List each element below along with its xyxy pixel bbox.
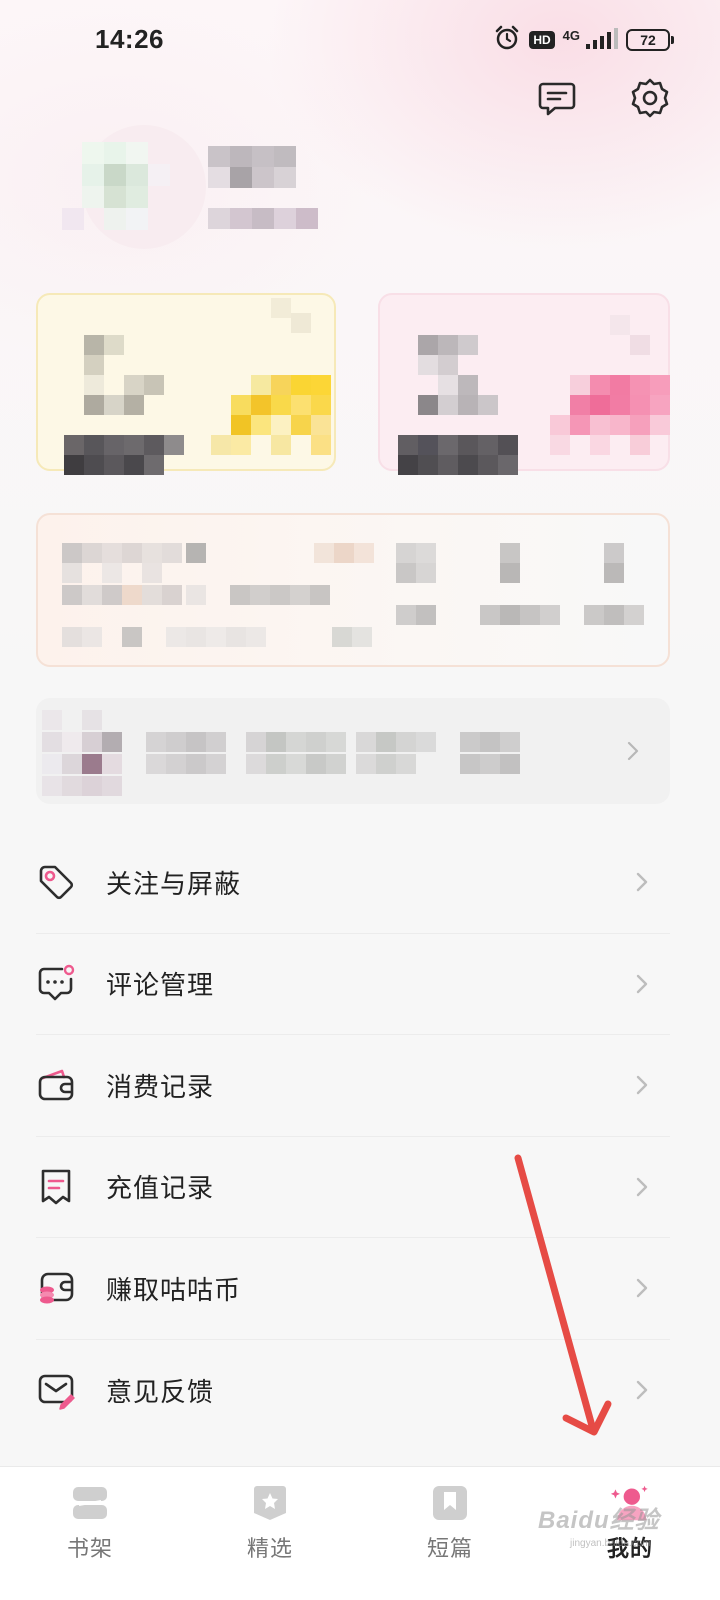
promo-banner-blurred[interactable] (36, 698, 670, 804)
menu-item-label: 赚取咕咕币 (106, 1274, 242, 1305)
battery-indicator: 72 (626, 29, 674, 51)
chevron-right-icon (636, 1381, 648, 1400)
feedback-icon (36, 1370, 76, 1410)
tab-label: 精选 (246, 1536, 293, 1561)
chevron-right-icon (636, 1076, 648, 1095)
bookshelf-icon (70, 1483, 110, 1523)
membership-card-blurred[interactable] (36, 293, 336, 475)
menu-item-label: 消费记录 (106, 1071, 215, 1102)
status-time: 14:26 (95, 24, 164, 54)
menu-list: 关注与屏蔽 评论管理 消费记录 充值记录 赚取咕咕币 意见反馈 (36, 832, 670, 1441)
menu-item-follow-block[interactable]: 关注与屏蔽 (36, 832, 670, 934)
menu-item-label: 评论管理 (106, 970, 215, 1001)
chevron-right-icon (636, 1177, 648, 1196)
menu-item-label: 意见反馈 (106, 1376, 215, 1407)
menu-item-recharge-record[interactable]: 充值记录 (36, 1137, 670, 1238)
chevron-right-icon (636, 873, 648, 892)
receipt-icon (36, 1167, 76, 1207)
watermark-text: Baidu经验 (538, 1507, 660, 1534)
message-button[interactable] (535, 76, 579, 120)
menu-item-comment-manage[interactable]: 评论管理 (36, 934, 670, 1035)
profile-avatar-blurred[interactable] (62, 122, 222, 252)
menu-item-feedback[interactable]: 意见反馈 (36, 1340, 670, 1442)
tab-featured[interactable]: 精选 (180, 1467, 360, 1600)
coins-icon (36, 1268, 76, 1308)
chevron-right-icon (636, 1279, 648, 1298)
menu-item-label: 充值记录 (106, 1173, 215, 1204)
status-icons: HD 4G 72 (493, 24, 674, 57)
network-type: 4G (562, 27, 580, 43)
menu-item-consumption-record[interactable]: 消费记录 (36, 1035, 670, 1137)
star-badge-icon (250, 1483, 290, 1523)
hd-badge: HD (529, 31, 555, 49)
tab-bookshelf[interactable]: 书架 (0, 1467, 180, 1600)
status-bar: 14:26 HD 4G 72 (0, 0, 720, 80)
wallet-icon (36, 1065, 76, 1105)
profile-name-blurred[interactable] (208, 146, 328, 230)
chevron-right-icon (636, 974, 648, 993)
menu-item-label: 关注与屏蔽 (106, 868, 242, 899)
message-icon (538, 82, 576, 116)
banner-chevron-icon (627, 741, 639, 761)
settings-button[interactable] (628, 76, 672, 120)
bookmark-icon (430, 1483, 470, 1523)
menu-item-earn-coins[interactable]: 赚取咕咕币 (36, 1238, 670, 1340)
settings-icon (631, 78, 669, 118)
comment-icon (36, 964, 76, 1004)
watermark-subtext: jingyan.baidu.com (570, 1538, 651, 1549)
alarm-icon (493, 24, 521, 57)
tab-label: 短篇 (426, 1536, 473, 1561)
vip-card-blurred[interactable] (378, 293, 670, 475)
tag-icon (36, 862, 76, 902)
tab-label: 书架 (66, 1536, 113, 1561)
tab-short-stories[interactable]: 短篇 (360, 1467, 540, 1600)
signal-icon (584, 26, 618, 55)
wallet-card-blurred[interactable] (36, 513, 670, 667)
